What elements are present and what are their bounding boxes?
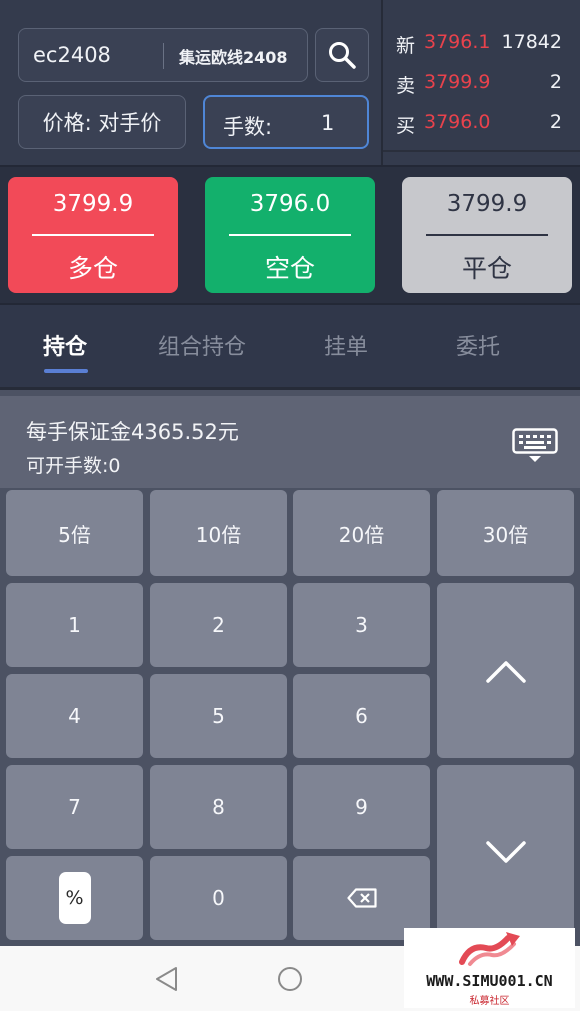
symbol-code: ec2408 bbox=[33, 43, 111, 67]
quote-panel: 新 3796.1 17842 卖 3799.9 2 买 3796.0 2 bbox=[383, 0, 580, 150]
quote-divider bbox=[383, 150, 580, 152]
buy-long-label: 多仓 bbox=[67, 254, 118, 283]
button-divider bbox=[32, 234, 154, 236]
quote-price: 3796.0 bbox=[424, 111, 491, 133]
key-3[interactable]: 3 bbox=[293, 583, 430, 667]
button-divider bbox=[426, 234, 548, 236]
quote-price: 3799.9 bbox=[424, 71, 491, 93]
openable-lots: 可开手数:0 bbox=[26, 455, 121, 477]
key-8[interactable]: 8 bbox=[150, 765, 287, 849]
key-30x[interactable]: 30倍 bbox=[437, 490, 574, 576]
key-1[interactable]: 1 bbox=[6, 583, 143, 667]
price-mode-selector[interactable]: 价格: 对手价 bbox=[18, 95, 186, 149]
position-tabs: 持仓 组合持仓 挂单 委托 bbox=[0, 303, 580, 390]
key-5[interactable]: 5 bbox=[150, 674, 287, 758]
quote-volume: 17842 bbox=[501, 31, 562, 53]
back-icon[interactable] bbox=[155, 966, 179, 992]
tab-orders[interactable]: 委托 bbox=[456, 329, 500, 361]
symbol-selector[interactable]: ec2408 集运欧线2408 bbox=[18, 28, 308, 82]
buy-long-price: 3799.9 bbox=[52, 191, 134, 217]
key-percent[interactable]: % bbox=[6, 856, 143, 940]
lots-label: 手数: bbox=[223, 115, 273, 139]
quote-price: 3796.1 bbox=[424, 31, 491, 53]
buy-long-button[interactable]: 3799.9 多仓 bbox=[8, 177, 178, 293]
close-position-button[interactable]: 3799.9 平仓 bbox=[402, 177, 572, 293]
close-position-label: 平仓 bbox=[461, 254, 512, 283]
symbol-divider bbox=[163, 43, 164, 69]
quote-label: 新 bbox=[396, 35, 416, 57]
trade-button-strip: 3799.9 多仓 3796.0 空仓 3799.9 平仓 bbox=[0, 165, 580, 303]
quote-label: 卖 bbox=[396, 75, 416, 97]
home-icon[interactable] bbox=[277, 966, 303, 992]
tab-positions[interactable]: 持仓 bbox=[43, 329, 87, 361]
key-decrease[interactable] bbox=[437, 765, 574, 940]
quote-volume: 2 bbox=[549, 71, 562, 93]
key-2[interactable]: 2 bbox=[150, 583, 287, 667]
button-divider bbox=[229, 234, 351, 236]
backspace-icon bbox=[346, 888, 377, 908]
watermark-logo-icon bbox=[459, 932, 520, 966]
search-button[interactable] bbox=[315, 28, 369, 82]
key-increase[interactable] bbox=[437, 583, 574, 758]
watermark-site: WWW.SIMU001.CN bbox=[426, 972, 553, 990]
lots-value: 1 bbox=[321, 111, 335, 135]
active-tab-indicator bbox=[44, 369, 88, 373]
quote-volume: 2 bbox=[549, 111, 562, 133]
keyboard-info-bar: 每手保证金4365.52元 可开手数:0 bbox=[0, 396, 580, 488]
tab-combo-positions[interactable]: 组合持仓 bbox=[158, 329, 246, 361]
quote-row-bid: 买 3796.0 2 bbox=[383, 103, 580, 143]
percent-label: % bbox=[58, 872, 91, 924]
key-10x[interactable]: 10倍 bbox=[150, 490, 287, 576]
key-9[interactable]: 9 bbox=[293, 765, 430, 849]
numeric-keyboard: 每手保证金4365.52元 可开手数:0 5倍 10倍 20倍 30倍 1 2 … bbox=[0, 390, 580, 946]
lots-input[interactable]: 手数: 1 bbox=[203, 95, 369, 149]
sell-short-button[interactable]: 3796.0 空仓 bbox=[205, 177, 375, 293]
key-7[interactable]: 7 bbox=[6, 765, 143, 849]
chevron-down-icon bbox=[485, 840, 526, 863]
search-icon bbox=[329, 42, 356, 69]
quote-label: 买 bbox=[396, 115, 416, 137]
sell-short-label: 空仓 bbox=[264, 254, 315, 283]
chevron-up-icon bbox=[485, 660, 526, 683]
key-4[interactable]: 4 bbox=[6, 674, 143, 758]
tab-pending-orders[interactable]: 挂单 bbox=[324, 329, 368, 361]
key-5x[interactable]: 5倍 bbox=[6, 490, 143, 576]
key-20x[interactable]: 20倍 bbox=[293, 490, 430, 576]
quote-row-last: 新 3796.1 17842 bbox=[383, 23, 580, 63]
hide-keyboard-icon[interactable] bbox=[512, 428, 558, 464]
margin-per-lot: 每手保证金4365.52元 bbox=[26, 420, 239, 444]
close-position-price: 3799.9 bbox=[446, 191, 528, 217]
sell-short-price: 3796.0 bbox=[249, 191, 331, 217]
price-mode-label: 价格: 对手价 bbox=[42, 111, 162, 135]
watermark-subtitle: 私募社区 bbox=[469, 996, 510, 1007]
key-6[interactable]: 6 bbox=[293, 674, 430, 758]
watermark: WWW.SIMU001.CN 私募社区 bbox=[404, 928, 575, 1008]
symbol-name: 集运欧线2408 bbox=[179, 48, 288, 67]
key-0[interactable]: 0 bbox=[150, 856, 287, 940]
quote-row-ask: 卖 3799.9 2 bbox=[383, 63, 580, 103]
